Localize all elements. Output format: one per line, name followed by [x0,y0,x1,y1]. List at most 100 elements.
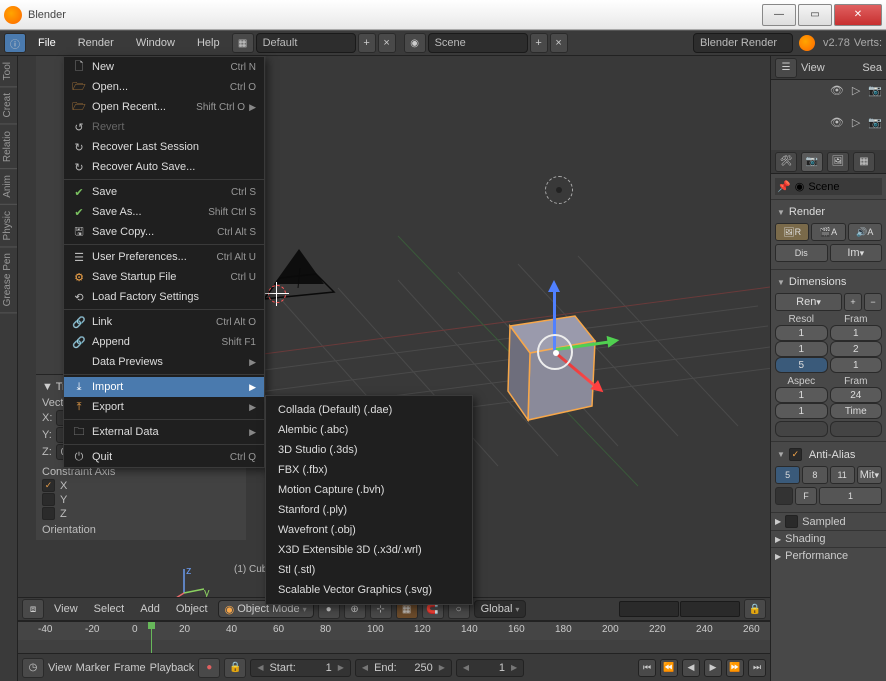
resolution-x[interactable]: 1 [775,325,828,341]
aa-5-button[interactable]: 5 [775,466,800,484]
frame-end-field[interactable]: ◀End:250▶ [355,659,452,677]
jump-start-button[interactable]: ⏮ [638,659,656,677]
timeline-menu-marker[interactable]: Marker [76,662,110,674]
tab-relations[interactable]: Relatio [0,125,17,169]
tab-physics[interactable]: Physic [0,205,17,247]
visibility-eye-icon[interactable]: 👁 [830,84,844,97]
import-stl[interactable]: Stl (.stl) [266,560,472,580]
frame-current-field[interactable]: ◀1▶ [456,659,524,677]
menu-window[interactable]: Window [126,31,185,55]
frame-end-prop[interactable]: 2 [830,341,883,357]
outliner-editor-icon[interactable]: ☰ [775,58,797,78]
aa-filter-dropdown[interactable]: Mit▾ [857,466,882,484]
tab-tools[interactable]: Tool [0,56,17,87]
import-ply[interactable]: Stanford (.ply) [266,500,472,520]
screen-layout-add-button[interactable]: + [358,33,376,53]
transform-orientation-dropdown[interactable]: Global▾ [474,600,527,618]
menu-item-save-copy[interactable]: 🖫Save Copy...Ctrl Alt S [64,222,264,242]
display-image-dropdown[interactable]: Im▾ [830,244,883,262]
menu-item-export[interactable]: ⤒Export▶ [64,397,264,417]
import-fbx[interactable]: FBX (.fbx) [266,460,472,480]
screen-layout-remove-button[interactable]: × [378,33,396,53]
scene-dropdown[interactable]: Scene [428,33,528,53]
menu-item-save-as[interactable]: ✔Save As...Shift Ctrl S [64,202,264,222]
tab-create[interactable]: Creat [0,87,17,124]
constraint-y-checkbox[interactable] [42,493,55,506]
menu-item-recover-auto[interactable]: ↻Recover Auto Save... [64,157,264,177]
render-engine-dropdown[interactable]: Blender Render [693,33,793,53]
camera-object[interactable] [254,244,344,317]
timeline-menu-frame[interactable]: Frame [114,662,146,674]
aspect-x[interactable]: 1 [775,387,828,403]
context-scene-icon[interactable]: ▦ [853,152,875,172]
timeline-editor-icon[interactable]: ◷ [22,658,44,678]
keyframe-prev-button[interactable]: ⏪ [660,659,678,677]
window-close-button[interactable]: ✕ [834,4,882,26]
keying-set-icon[interactable]: 🔒 [224,658,246,678]
outliner[interactable]: 👁 ▷ 📷 👁 ▷ 📷 [771,80,886,150]
aa-8-button[interactable]: 8 [802,466,827,484]
menu-item-link[interactable]: 🔗LinkCtrl Alt O [64,312,264,332]
timeline-ruler[interactable]: -40-200204060801001201401601802002202402… [18,622,770,640]
frame-start-field[interactable]: ◀Start:1▶ [250,659,351,677]
constraint-x-checkbox[interactable]: ✓ [42,479,55,492]
border-toggle[interactable] [775,421,828,437]
tab-animation[interactable]: Anim [0,169,17,205]
import-svg[interactable]: Scalable Vector Graphics (.svg) [266,580,472,600]
menu-item-open[interactable]: 🗁Open...Ctrl O [64,77,264,97]
animation-button[interactable]: 🎬A [811,223,845,241]
screen-layout-dropdown[interactable]: Default [256,33,356,53]
3dview-menu-object[interactable]: Object [170,603,214,615]
outliner-menu-view[interactable]: View [801,62,825,74]
import-bvh[interactable]: Motion Capture (.bvh) [266,480,472,500]
3dview-menu-select[interactable]: Select [88,603,131,615]
menu-item-external-data[interactable]: 🗀External Data▶ [64,422,264,442]
panel-render[interactable]: Render [775,204,882,220]
render-button[interactable]: 🖼R [775,223,809,241]
timeline-playhead[interactable] [151,622,152,654]
menu-help[interactable]: Help [187,31,230,55]
tab-grease-pencil[interactable]: Grease Pen [0,247,17,313]
properties-editor-icon[interactable]: 🛠 [775,152,797,172]
3dview-menu-add[interactable]: Add [134,603,166,615]
menu-item-append[interactable]: 🔗AppendShift F1 [64,332,264,352]
aa-size[interactable]: 1 [819,487,882,505]
import-alembic[interactable]: Alembic (.abc) [266,420,472,440]
lock-camera-icon[interactable]: 🔒 [744,599,766,619]
row-eye-icon[interactable]: 👁 [830,116,844,129]
jump-end-button[interactable]: ⏭ [748,659,766,677]
menu-item-save-startup[interactable]: ⚙Save Startup FileCtrl U [64,267,264,287]
aa-11-button[interactable]: 11 [830,466,855,484]
context-layers-icon[interactable]: 🖼 [827,152,849,172]
scene-add-button[interactable]: + [530,33,548,53]
timeline-menu-view[interactable]: View [48,662,72,674]
screen-layout-icon[interactable]: ▦ [232,33,254,53]
frame-step[interactable]: 1 [830,357,883,373]
time-remap[interactable]: Time [830,403,883,419]
panel-shading[interactable]: Shading [785,533,825,545]
3dview-menu-view[interactable]: View [48,603,84,615]
resolution-y[interactable]: 1 [775,341,828,357]
menu-item-quit[interactable]: ⏻QuitCtrl Q [64,447,264,467]
auto-keyframe-icon[interactable]: ● [198,658,220,678]
menu-item-open-recent[interactable]: 🗁Open Recent...Shift Ctrl O▶ [64,97,264,117]
timeline[interactable]: -40-200204060801001201401601802002202402… [18,621,770,653]
selectable-cursor-icon[interactable]: ▷ [852,84,860,97]
frame-start-prop[interactable]: 1 [830,325,883,341]
window-minimize-button[interactable]: — [762,4,796,26]
scene-remove-button[interactable]: × [550,33,568,53]
menu-item-data-previews[interactable]: Data Previews▶ [64,352,264,372]
play-button[interactable]: ▶ [704,659,722,677]
row-camera-icon[interactable]: 📷 [868,116,882,129]
menu-item-recover-last[interactable]: ↻Recover Last Session [64,137,264,157]
fps[interactable]: 24 [830,387,883,403]
menu-item-new[interactable]: 🗋NewCtrl N [64,57,264,77]
layer-buttons[interactable] [619,601,740,617]
crop-toggle[interactable] [830,421,883,437]
lamp-object[interactable] [545,176,573,204]
menu-render[interactable]: Render [68,31,124,55]
keyframe-next-button[interactable]: ⏩ [726,659,744,677]
gizmo-center[interactable] [537,334,573,370]
aspect-y[interactable]: 1 [775,403,828,419]
menu-item-load-factory[interactable]: ⟲Load Factory Settings [64,287,264,307]
